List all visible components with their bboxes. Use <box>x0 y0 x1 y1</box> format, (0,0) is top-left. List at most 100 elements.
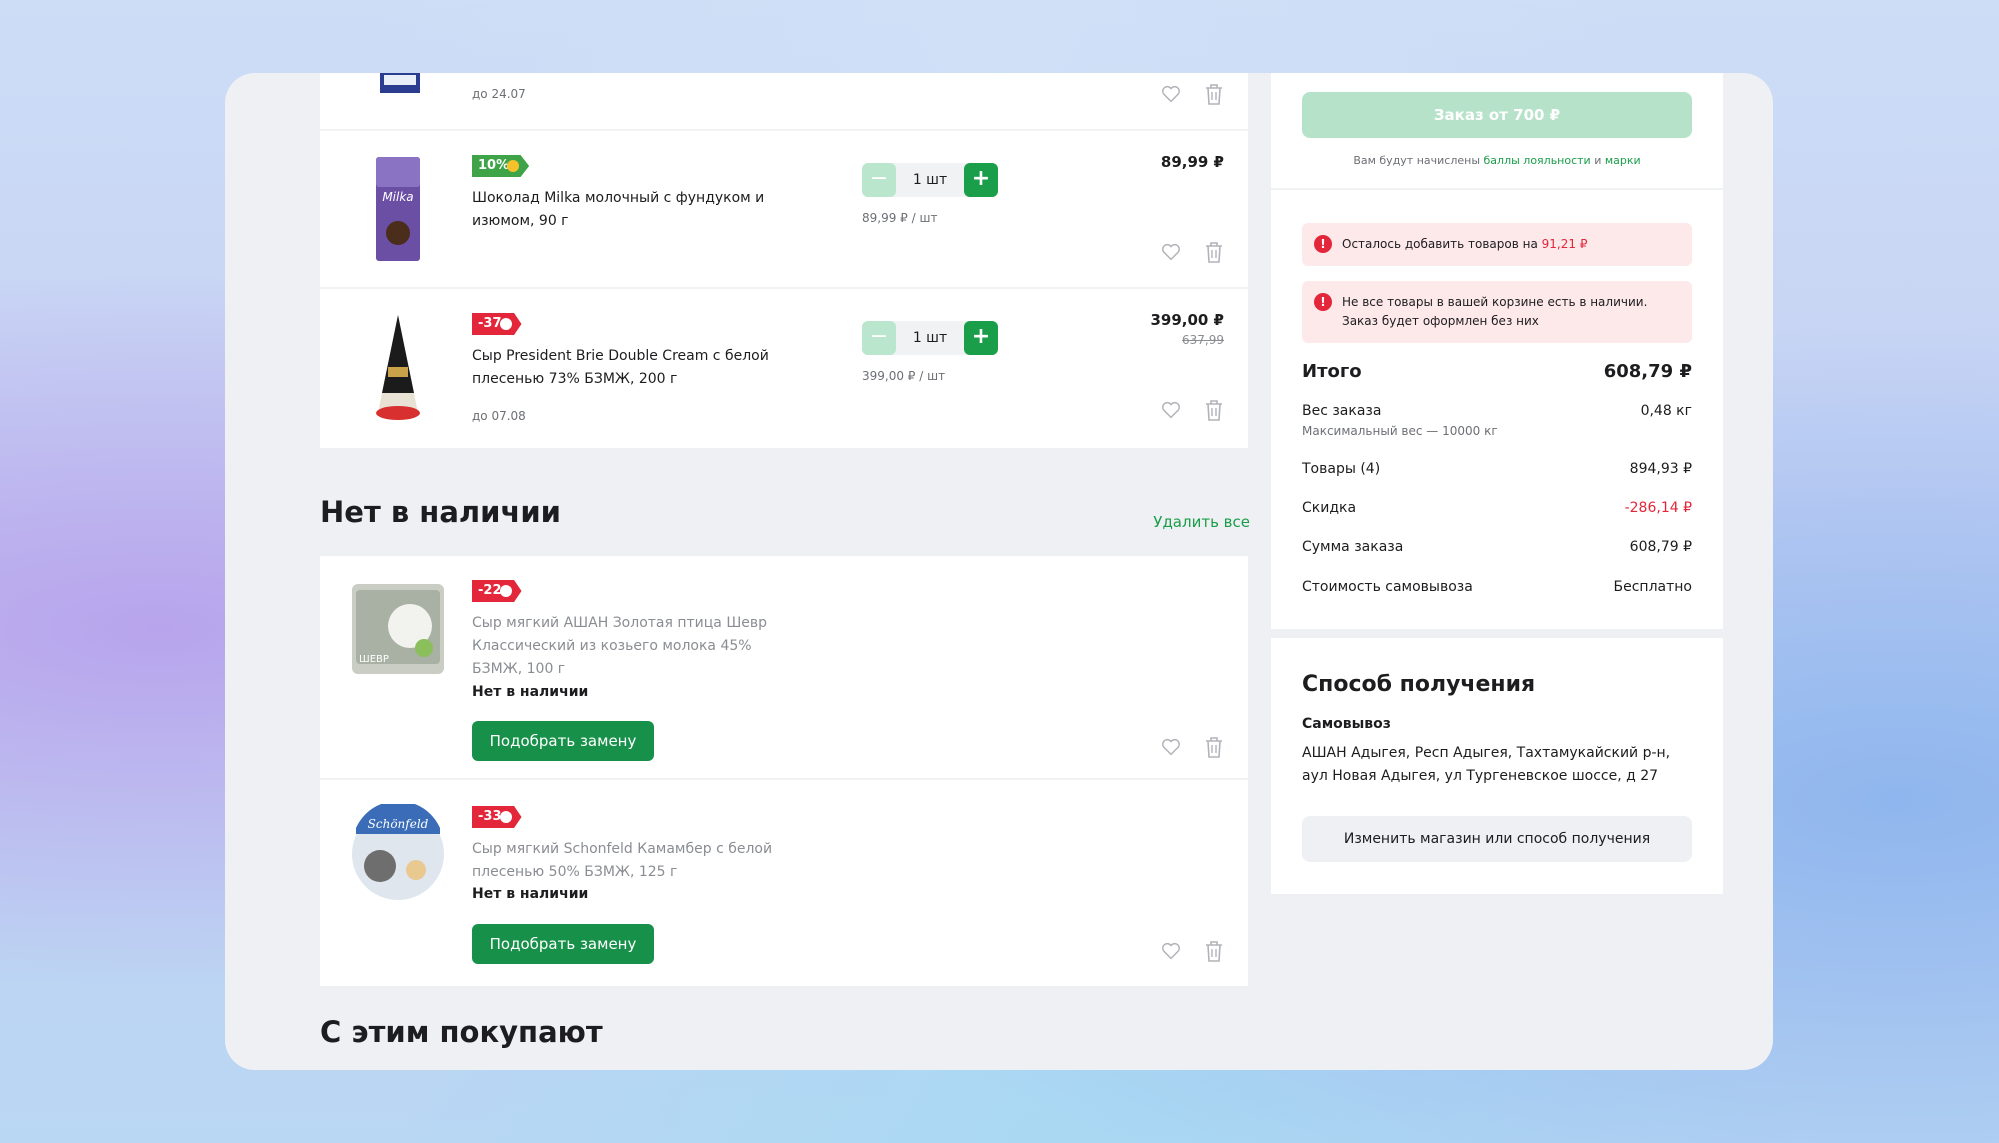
pickup-cost-label: Стоимость самовывоза <box>1302 579 1473 595</box>
product-image[interactable]: ШЕВР <box>350 582 446 676</box>
loyalty-stamps-link[interactable]: марки <box>1605 154 1641 167</box>
out-of-stock-card: ШЕВР -22 Сыр мягкий АШАН Золотая птица Ш… <box>320 556 1248 986</box>
item-price: 89,99 ₽ <box>1160 153 1224 171</box>
order-button[interactable]: Заказ от 700 ₽ <box>1302 92 1692 138</box>
expiry-date: до 07.08 <box>472 409 526 423</box>
coin-icon <box>507 160 520 172</box>
badge-text: -22 <box>478 583 502 598</box>
item-price: 399,00 ₽ <box>1150 311 1224 329</box>
product-name[interactable]: Сыр President Brie Double Cream с белой … <box>472 345 802 391</box>
store-address: АШАН Адыгея, Респ Адыгея, Тахтамукайский… <box>1302 745 1671 784</box>
pickup-cost-row: Стоимость самовывоза Бесплатно <box>1302 579 1692 601</box>
total-label: Итого <box>1302 361 1362 382</box>
svg-text:Milka: Milka <box>382 190 413 204</box>
quantity-value: 1 шт <box>912 172 948 188</box>
loyalty-prefix: Вам будут начислены <box>1353 154 1481 167</box>
order-summary-card: Заказ от 700 ₽ Вам будут начислены баллы… <box>1271 73 1723 629</box>
heart-icon[interactable] <box>1160 241 1182 263</box>
discount-value: -286,14 ₽ <box>1624 500 1692 516</box>
trash-icon[interactable] <box>1204 83 1224 105</box>
weight-row: Вес заказа 0,48 кг <box>1302 403 1692 425</box>
cart-item: Milka 10% Шоколад Milka молочный с фунду… <box>320 131 1248 289</box>
plus-button[interactable]: + <box>964 321 998 355</box>
availability-alert: ! Не все товары в вашей корзине есть в н… <box>1302 281 1692 343</box>
expiry-date: до 24.07 <box>472 87 526 101</box>
minus-button[interactable]: − <box>862 163 896 197</box>
out-of-stock-title: Нет в наличии <box>320 495 562 529</box>
find-replacement-button[interactable]: Подобрать замену <box>472 721 654 761</box>
goods-value: 894,93 ₽ <box>1629 461 1692 477</box>
percent-icon <box>499 585 512 597</box>
sum-row: Сумма заказа 608,79 ₽ <box>1302 539 1692 561</box>
alert-amount: 91,21 ₽ <box>1541 237 1588 251</box>
delivery-title: Способ получения <box>1302 672 1536 697</box>
product-name[interactable]: Сыр мягкий Schonfeld Камамбер с белой пл… <box>472 838 802 884</box>
plus-button[interactable]: + <box>964 163 998 197</box>
alert-message: Осталось добавить товаров на <box>1342 237 1538 251</box>
goods-label: Товары (4) <box>1302 461 1381 477</box>
unit-price: 399,00 ₽ / шт <box>862 369 946 383</box>
alert-message: Не все товары в вашей корзине есть в нал… <box>1342 295 1648 328</box>
find-replacement-button[interactable]: Подобрать замену <box>472 924 654 964</box>
pickup-cost-value: Бесплатно <box>1613 579 1692 595</box>
out-of-stock-item: Schönfeld -33 Сыр мягкий Schonfeld Камам… <box>320 780 1248 986</box>
product-name[interactable]: Шоколад Milka молочный с фундуком и изюм… <box>472 187 802 233</box>
weight-label: Вес заказа <box>1302 403 1382 419</box>
goods-row: Товары (4) 894,93 ₽ <box>1302 461 1692 483</box>
app-window: до 24.07 Milka 10% Шоколад Milka молочны… <box>225 73 1773 1070</box>
delivery-method: Самовывоз <box>1302 716 1391 732</box>
info-icon: ! <box>1314 293 1332 311</box>
change-store-button[interactable]: Изменить магазин или способ получения <box>1302 816 1692 862</box>
trash-icon[interactable] <box>1204 940 1224 962</box>
quantity-value: 1 шт <box>912 330 948 346</box>
divider <box>1271 188 1723 190</box>
total-row: Итого 608,79 ₽ <box>1302 361 1692 387</box>
status-label: Нет в наличии <box>472 684 589 700</box>
loyalty-note: Вам будут начислены баллы лояльности и м… <box>1271 154 1723 167</box>
discount-badge: 10% <box>472 155 530 177</box>
quantity-stepper: − 1 шт + <box>862 163 998 197</box>
unit-price: 89,99 ₽ / шт <box>862 211 938 225</box>
heart-icon[interactable] <box>1160 399 1182 421</box>
delete-all-link[interactable]: Удалить все <box>1153 513 1250 531</box>
loyalty-points-link[interactable]: баллы лояльности <box>1484 154 1591 167</box>
trash-icon[interactable] <box>1204 241 1224 263</box>
sum-value: 608,79 ₽ <box>1629 539 1692 555</box>
thumb-label: ШЕВР <box>359 654 389 665</box>
product-image[interactable]: Schönfeld <box>350 804 446 904</box>
product-image[interactable] <box>350 313 446 423</box>
loyalty-and: и <box>1594 154 1602 167</box>
out-of-stock-item: ШЕВР -22 Сыр мягкий АШАН Золотая птица Ш… <box>320 556 1248 780</box>
product-image[interactable] <box>350 73 446 95</box>
product-name[interactable]: Сыр мягкий АШАН Золотая птица Шевр Класс… <box>472 612 802 681</box>
related-title: С этим покупают <box>320 1015 603 1049</box>
min-order-alert: ! Осталось добавить товаров на 91,21 ₽ <box>1302 223 1692 266</box>
percent-icon <box>499 811 512 823</box>
cart-items-card: до 24.07 Milka 10% Шоколад Milka молочны… <box>320 73 1248 448</box>
sum-label: Сумма заказа <box>1302 539 1404 555</box>
weight-note: Максимальный вес — 10000 кг <box>1302 424 1498 438</box>
cart-item: -37 Сыр President Brie Double Cream с бе… <box>320 289 1248 448</box>
total-value: 608,79 ₽ <box>1603 361 1692 382</box>
badge-text: 10% <box>478 158 510 173</box>
old-price: 637,99 <box>1182 333 1224 347</box>
quantity-stepper: − 1 шт + <box>862 321 998 355</box>
heart-icon[interactable] <box>1160 83 1182 105</box>
product-image[interactable]: Milka <box>350 155 446 265</box>
cart-item: до 24.07 <box>320 73 1248 131</box>
trash-icon[interactable] <box>1204 399 1224 421</box>
discount-label: Скидка <box>1302 500 1357 516</box>
badge-text: -33 <box>478 809 502 824</box>
delivery-method-card: Способ получения Самовывоз АШАН Адыгея, … <box>1271 638 1723 894</box>
heart-icon[interactable] <box>1160 940 1182 962</box>
discount-badge: -22 <box>472 580 522 602</box>
weight-value: 0,48 кг <box>1640 403 1692 419</box>
discount-badge: -37 <box>472 313 522 335</box>
badge-text: -37 <box>478 316 502 331</box>
minus-button[interactable]: − <box>862 321 896 355</box>
info-icon: ! <box>1314 235 1332 253</box>
discount-badge: -33 <box>472 806 522 828</box>
thumb-label: Schönfeld <box>368 817 429 831</box>
trash-icon[interactable] <box>1204 736 1224 758</box>
heart-icon[interactable] <box>1160 736 1182 758</box>
